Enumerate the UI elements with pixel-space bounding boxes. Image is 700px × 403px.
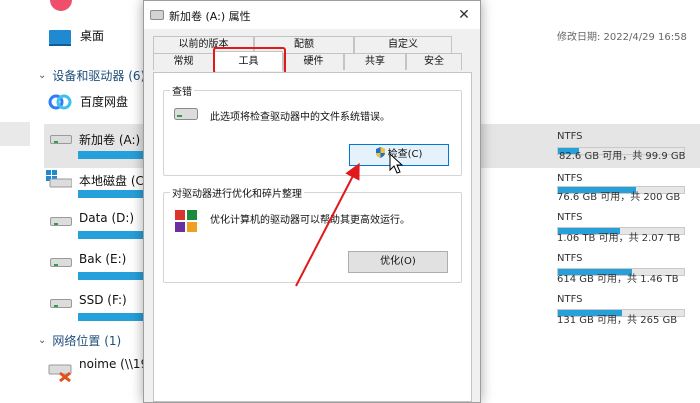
- drive-a-label[interactable]: 新加卷 (A:): [79, 131, 140, 148]
- drive-a-fs: NTFS: [557, 131, 583, 142]
- properties-dialog: 新加卷 (A:) 属性 ✕ 以前的版本 配额 自定义 常规 工具 硬件 共享 安…: [143, 0, 481, 403]
- network-item-label[interactable]: noime (\\19: [79, 357, 148, 371]
- error-check-group: 查错 此选项将检查驱动器中的文件系统错误。 检查(C): [163, 83, 462, 176]
- drive-f-fs: NTFS: [557, 294, 583, 305]
- drive-e-usage-bar: [78, 272, 146, 280]
- dialog-title: 新加卷 (A:) 属性: [169, 10, 251, 23]
- drive-icon: [174, 108, 198, 120]
- defrag-icon: [175, 210, 197, 232]
- drive-d-label[interactable]: Data (D:): [79, 211, 134, 225]
- tab-sharing[interactable]: 共享: [344, 53, 406, 70]
- drive-d-usage-bar: [78, 231, 146, 239]
- drive-e-fs: NTFS: [557, 253, 583, 264]
- nav-pane-selection: [0, 122, 30, 146]
- drive-f-usage-bar: [78, 313, 146, 321]
- check-button[interactable]: 检查(C): [349, 144, 449, 166]
- drive-c-fs: NTFS: [557, 173, 583, 184]
- tab-customize[interactable]: 自定义: [354, 36, 452, 53]
- drive-e-label[interactable]: Bak (E:): [79, 252, 126, 266]
- drive-d-capacity: 1.06 TB 可用，共 2.07 TB: [557, 233, 681, 244]
- drive-f-label[interactable]: SSD (F:): [79, 293, 127, 307]
- drive-a-capacity: 82.6 GB 可用，共 99.9 GB: [559, 151, 686, 162]
- error-check-description: 此选项将检查驱动器中的文件系统错误。: [210, 112, 390, 123]
- close-icon[interactable]: ✕: [454, 5, 474, 25]
- tab-security[interactable]: 安全: [406, 53, 462, 70]
- uac-shield-icon: [375, 147, 385, 158]
- network-drive-icon: [48, 364, 72, 383]
- network-section-header[interactable]: ⌄ 网络位置 (1): [38, 332, 121, 349]
- music-folder-icon: [50, 0, 72, 11]
- drive-a-icon: [50, 132, 72, 146]
- optimize-title: 对驱动器进行优化和碎片整理: [170, 185, 304, 200]
- drive-icon: [150, 10, 164, 20]
- tab-general[interactable]: 常规: [153, 53, 214, 70]
- tab-row-front: 常规 工具 硬件 共享 安全: [153, 51, 462, 71]
- modified-date: 修改日期: 2022/4/29 16:58: [557, 32, 687, 43]
- windows-drive-icon: [46, 170, 72, 188]
- desktop-item-label[interactable]: 桌面: [80, 27, 104, 44]
- error-check-title: 查错: [170, 83, 194, 98]
- chevron-down-icon: ⌄: [38, 335, 47, 346]
- tools-tab-panel: 查错 此选项将检查驱动器中的文件系统错误。 检查(C) 对驱动器进行优化和碎片整…: [153, 72, 472, 402]
- drive-f-icon: [50, 296, 72, 310]
- tab-row-back: 以前的版本 配额 自定义: [153, 36, 452, 53]
- tab-hardware[interactable]: 硬件: [283, 53, 344, 70]
- drive-e-icon: [50, 255, 72, 269]
- drive-d-fs: NTFS: [557, 212, 583, 223]
- check-button-label: 检查(C): [387, 149, 423, 160]
- desktop-folder-icon: [49, 30, 71, 46]
- baidu-netdisk-icon: [48, 94, 72, 110]
- drive-d-icon: [50, 214, 72, 228]
- optimize-button[interactable]: 优化(O): [348, 251, 448, 273]
- devices-section-header[interactable]: ⌄ 设备和驱动器 (6): [38, 67, 145, 84]
- chevron-down-icon: ⌄: [38, 70, 47, 81]
- dialog-titlebar[interactable]: 新加卷 (A:) 属性 ✕: [144, 1, 480, 29]
- optimize-group: 对驱动器进行优化和碎片整理 优化计算机的驱动器可以帮助其更高效运行。 优化(O): [163, 185, 462, 283]
- drive-a-usage-bar: [78, 151, 146, 159]
- optimize-description: 优化计算机的驱动器可以帮助其更高效运行。: [210, 215, 410, 226]
- tab-tools[interactable]: 工具: [214, 51, 283, 71]
- drive-f-capacity: 131 GB 可用，共 265 GB: [557, 315, 678, 326]
- drive-e-capacity: 614 GB 可用，共 1.46 TB: [557, 274, 679, 285]
- drive-c-usage-bar: [78, 190, 146, 198]
- drive-c-capacity: 76.6 GB 可用，共 200 GB: [557, 192, 681, 203]
- drive-c-label[interactable]: 本地磁盘 (C:: [79, 172, 148, 189]
- baidu-netdisk-label[interactable]: 百度网盘: [80, 93, 128, 110]
